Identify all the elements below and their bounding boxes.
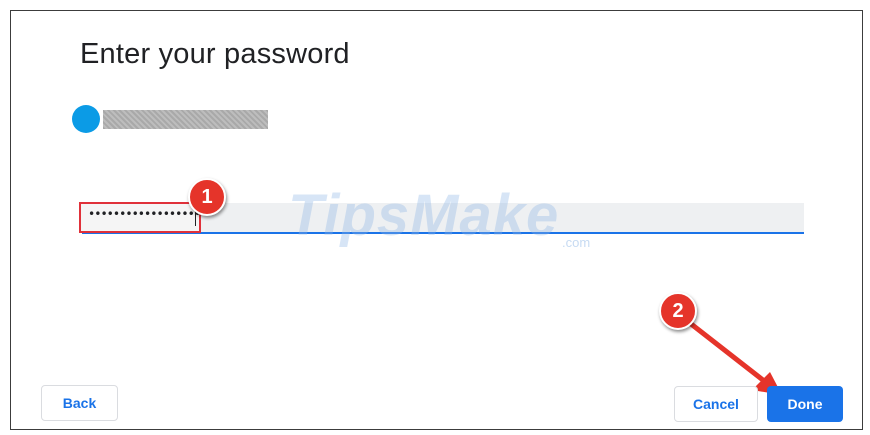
step-2-badge: 2 xyxy=(659,292,697,330)
annotation-arrow xyxy=(683,317,782,395)
step-1-badge: 1 xyxy=(188,178,226,216)
cancel-button[interactable]: Cancel xyxy=(674,386,758,422)
done-button[interactable]: Done xyxy=(767,386,843,422)
back-button[interactable]: Back xyxy=(41,385,118,421)
